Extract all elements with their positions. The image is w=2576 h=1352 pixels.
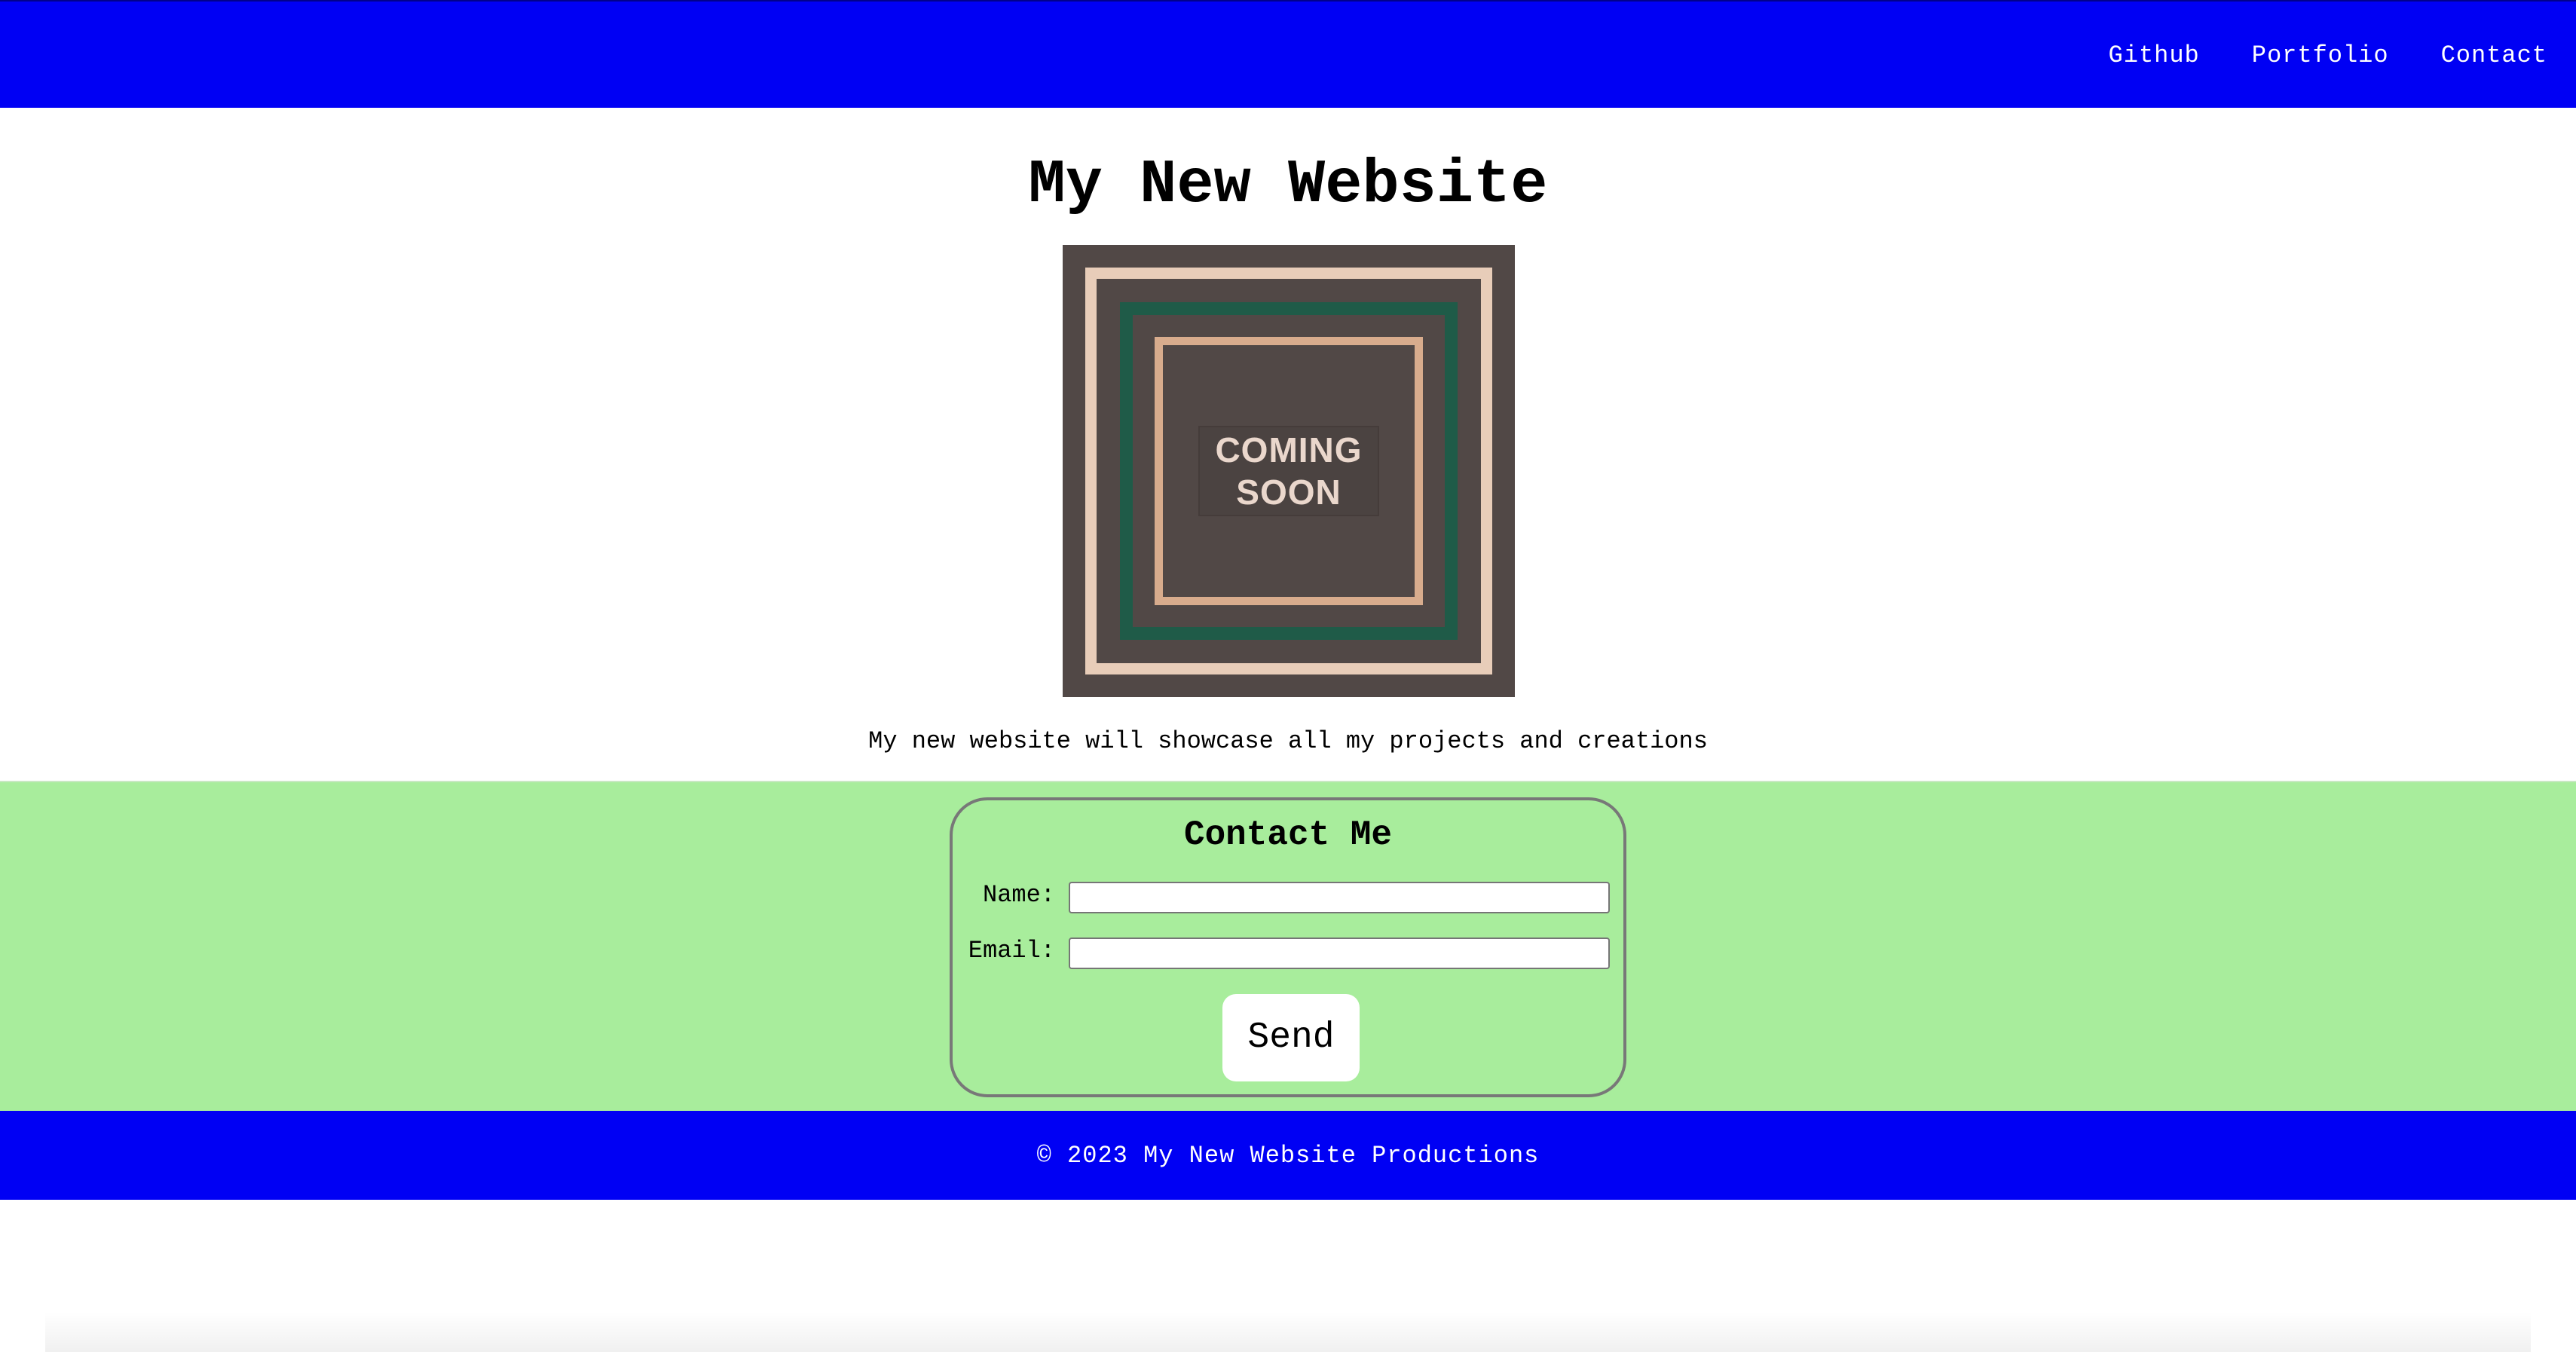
coming-soon-line-2: SOON [1236,473,1342,512]
contact-section: Contact Me Name: Email: Send [0,781,2576,1111]
copyright-text: © 2023 My New Website Productions [1036,1141,1540,1170]
send-button[interactable]: Send [1222,994,1360,1081]
coming-soon-line-1: COMING [1215,430,1363,470]
window-bottom-shadow [45,1311,2531,1352]
site-header: Github Portfolio Contact [0,0,2576,108]
page-title: My New Website [1028,150,1548,220]
nav-link-github[interactable]: Github [2109,41,2200,69]
site-footer: © 2023 My New Website Productions [0,1111,2576,1200]
email-field[interactable] [1069,938,1610,969]
coming-soon-image: COMING SOON [1063,245,1515,697]
contact-title: Contact Me [1183,815,1393,855]
main-nav: Github Portfolio Contact [2109,2,2547,109]
name-label: Name: [982,881,1055,909]
coming-soon-label: COMING SOON [1198,426,1379,516]
contact-form: Contact Me Name: Email: Send [950,797,1626,1097]
name-field[interactable] [1069,882,1610,913]
email-label: Email: [968,937,1055,965]
nav-link-portfolio[interactable]: Portfolio [2252,41,2389,69]
tagline: My new website will showcase all my proj… [868,727,1708,755]
nav-link-contact[interactable]: Contact [2441,41,2547,69]
